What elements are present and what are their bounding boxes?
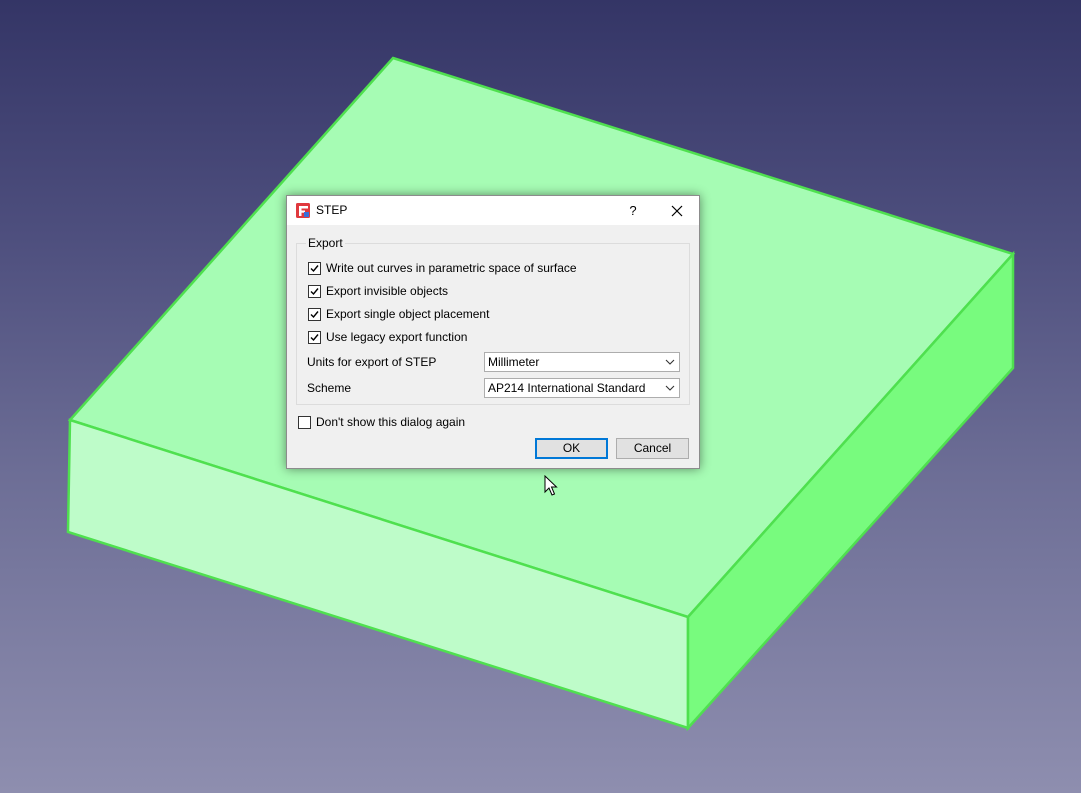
scheme-select[interactable]: AP214 International Standard [484,378,680,398]
chevron-down-icon [665,359,675,365]
scheme-select-value: AP214 International Standard [488,381,646,395]
ok-button[interactable]: OK [535,438,608,459]
close-icon[interactable] [668,202,686,220]
dialog-titlebar[interactable]: STEP ? [287,196,699,225]
single-placement-label: Export single object placement [326,307,490,321]
checkmark-icon [310,310,319,318]
option-parametric-curves[interactable]: Write out curves in parametric space of … [308,260,577,276]
option-invisible-objects[interactable]: Export invisible objects [308,283,448,299]
help-button[interactable]: ? [624,202,642,220]
export-group-title: Export [306,236,345,250]
dont-show-again-label: Don't show this dialog again [316,415,466,429]
invisible-objects-label: Export invisible objects [326,284,449,298]
scheme-label: Scheme [307,381,352,395]
step-export-dialog: STEP ? Export Write out curves in parame… [286,195,700,469]
invisible-objects-checkbox[interactable] [308,284,321,298]
dialog-title: STEP [316,203,348,217]
units-select[interactable]: Millimeter [484,352,680,372]
checkmark-icon [310,264,319,272]
units-select-value: Millimeter [488,355,540,369]
checkmark-icon [310,287,319,295]
mouse-cursor-icon [544,475,558,496]
dont-show-again-checkbox[interactable] [298,415,311,429]
checkmark-icon [310,333,319,341]
legacy-export-label: Use legacy export function [326,330,468,344]
option-legacy-export[interactable]: Use legacy export function [308,329,467,345]
parametric-curves-checkbox[interactable] [308,261,321,275]
units-label: Units for export of STEP [307,355,437,369]
option-single-placement[interactable]: Export single object placement [308,306,489,322]
single-placement-checkbox[interactable] [308,307,321,321]
freecad-app-icon [296,203,310,218]
parametric-curves-label: Write out curves in parametric space of … [326,261,577,275]
legacy-export-checkbox[interactable] [308,330,321,344]
cancel-button[interactable]: Cancel [616,438,689,459]
chevron-down-icon [665,385,675,391]
option-dont-show-again[interactable]: Don't show this dialog again [298,414,465,430]
